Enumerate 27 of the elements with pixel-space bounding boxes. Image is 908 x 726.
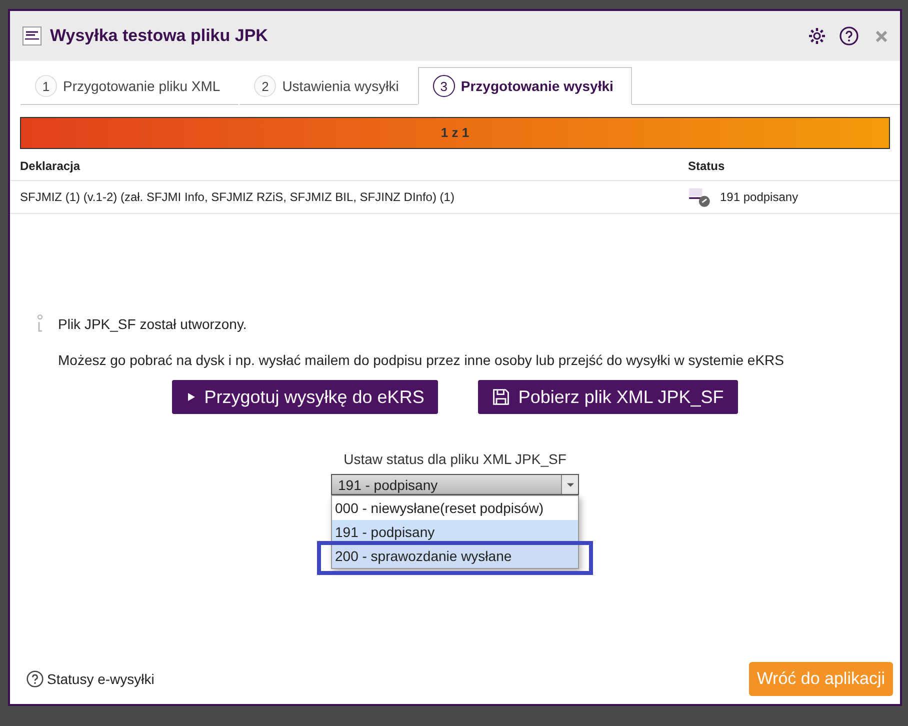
caret-icon	[566, 482, 574, 488]
status-dropdown[interactable]: 191 - podpisany	[331, 474, 579, 495]
column-header: Status	[688, 159, 726, 173]
prepare-button[interactable]: Przygotuj wysyłkę do eKRS	[172, 380, 438, 414]
info-description: Możesz go pobrać na dysk i np. wysłać mailem do podpisu przez inne osoby lub przejść do wysyłki w systemie eKRS	[58, 352, 785, 368]
play-icon	[186, 392, 196, 402]
dropdown-option[interactable]: 000 - niewysłane(reset podpisów)	[332, 496, 578, 520]
progress-label: 1 z 1	[440, 125, 470, 140]
document-icon	[22, 26, 42, 46]
status-text: 191 podpisany	[720, 190, 798, 204]
download-button[interactable]: Pobierz plik XML JPK_SF	[478, 380, 738, 414]
info-icon	[36, 314, 44, 334]
column-header: Deklaracja	[20, 159, 82, 173]
status-label: Ustaw status dla pliku XML JPK_SF	[344, 451, 566, 467]
help-icon[interactable]	[839, 26, 859, 46]
wizard-tab[interactable]: 2 Ustawienia wysyłki	[239, 67, 418, 105]
settings-icon[interactable]	[807, 26, 827, 46]
wizard-tab[interactable]: 3 Przygotowanie wysyłki	[418, 67, 632, 105]
window-title: Wysyłka testowa pliku JPK	[50, 26, 268, 46]
info-message: Plik JPK_SF został utworzony.	[58, 316, 247, 332]
save-icon	[492, 388, 510, 406]
signed-document-icon	[688, 186, 712, 208]
table-cell-text: SFJMIZ (1) (v.1-2) (zał. SFJMI Info, SFJMIZ RZiS, SFJMIZ BIL, SFJINZ DInfo) (1)	[20, 190, 456, 204]
help-link[interactable]: Statusy e-wysyłki	[47, 671, 154, 687]
help-icon	[26, 670, 44, 688]
wizard-tab[interactable]: 1 Przygotowanie pliku XML	[20, 67, 240, 105]
dropdown-option[interactable]: 200 - sprawozdanie wysłane	[332, 544, 578, 568]
